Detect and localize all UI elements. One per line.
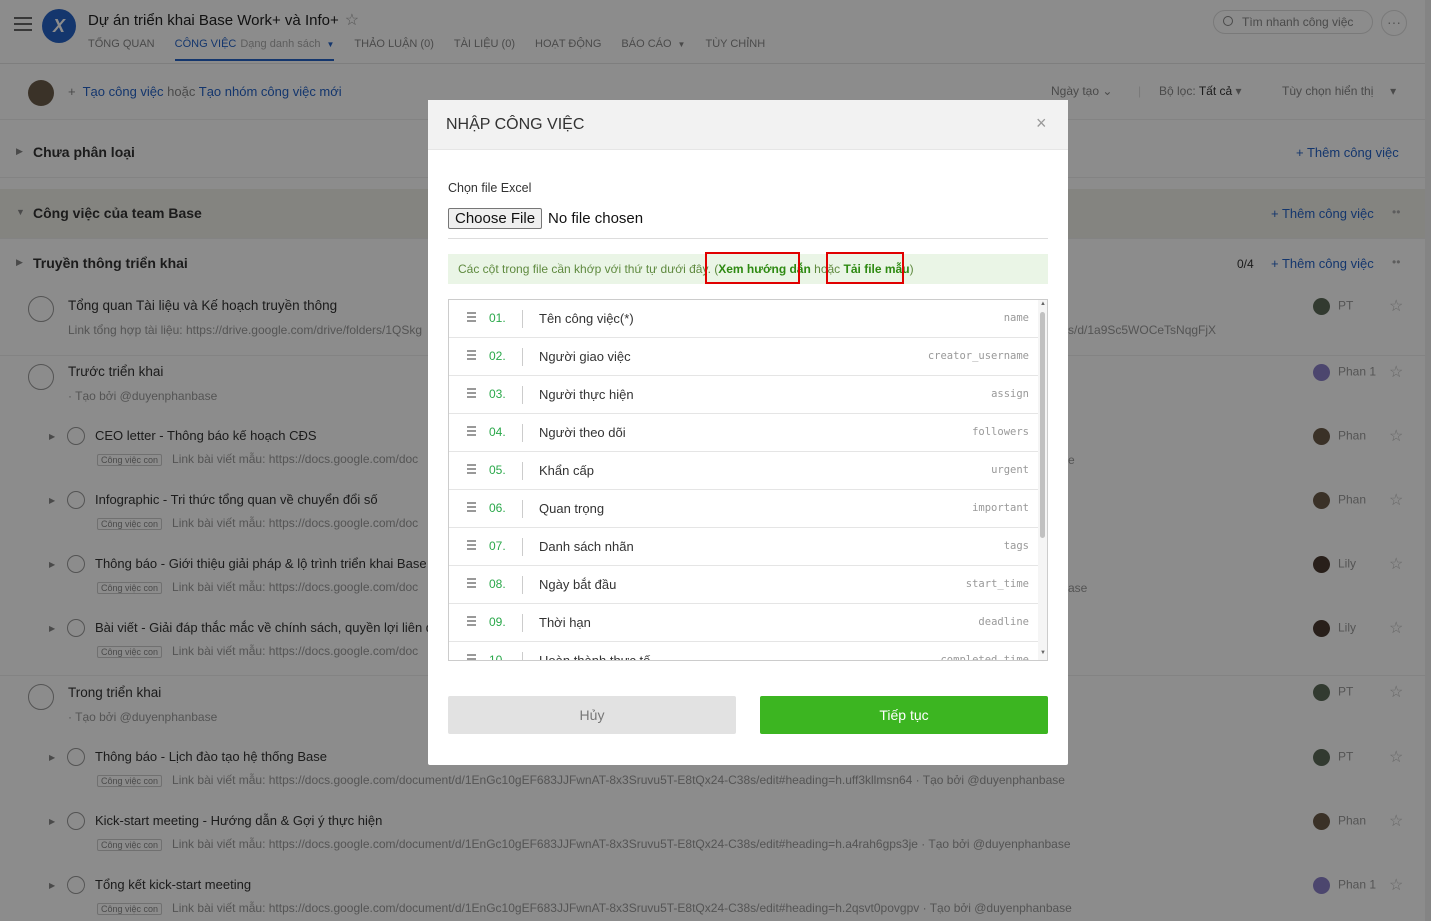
column-key: urgent: [991, 464, 1029, 476]
column-name: Danh sách nhãn: [539, 539, 634, 554]
column-number: 01.: [489, 311, 506, 325]
column-name: Người giao việc: [539, 349, 631, 364]
list-item[interactable]: 07. Danh sách nhãn tags: [449, 528, 1039, 566]
drag-handle-icon[interactable]: [467, 616, 476, 628]
drag-handle-icon[interactable]: [467, 654, 476, 660]
scroll-down-icon[interactable]: ▼: [1040, 650, 1046, 656]
cancel-button[interactable]: Hủy: [448, 696, 736, 734]
divider: [522, 424, 523, 442]
divider: [448, 238, 1048, 239]
column-key: deadline: [978, 616, 1029, 628]
column-name: Thời hạn: [539, 615, 591, 630]
column-key: tags: [1003, 540, 1029, 552]
close-icon[interactable]: ×: [1036, 113, 1047, 134]
column-number: 05.: [489, 463, 506, 477]
list-item[interactable]: 04. Người theo dõi followers: [449, 414, 1039, 452]
drag-handle-icon[interactable]: [467, 388, 476, 400]
list-item[interactable]: 05. Khẩn cấp urgent: [449, 452, 1039, 490]
divider: [522, 348, 523, 366]
divider: [522, 462, 523, 480]
column-name: Người thực hiện: [539, 387, 634, 402]
divider: [522, 576, 523, 594]
column-key: name: [1003, 312, 1029, 324]
note-suffix: ): [909, 262, 914, 276]
divider: [522, 652, 523, 660]
column-name: Hoàn thành thực tế: [539, 653, 651, 661]
scroll-up-icon[interactable]: ▲: [1040, 301, 1046, 307]
column-number: 04.: [489, 425, 506, 439]
column-key: start_time: [965, 578, 1029, 590]
list-item[interactable]: 10. Hoàn thành thực tế completed_time: [449, 642, 1039, 661]
highlight-box: [826, 252, 904, 284]
highlight-box: [705, 252, 800, 284]
column-name: Khẩn cấp: [539, 463, 594, 478]
column-number: 03.: [489, 387, 506, 401]
list-item[interactable]: 09. Thời hạn deadline: [449, 604, 1039, 642]
column-list[interactable]: 01. Tên công việc(*) name 02. Người giao vi…: [448, 299, 1048, 661]
modal-title: NHẬP CÔNG VIỆC: [446, 116, 585, 133]
column-key: creator_username: [927, 350, 1029, 362]
note-text: Các cột trong file cần khớp với thứ tự d…: [458, 262, 719, 276]
column-number: 08.: [489, 577, 506, 591]
drag-handle-icon[interactable]: [467, 578, 476, 590]
drag-handle-icon[interactable]: [467, 350, 476, 362]
column-key: important: [972, 502, 1029, 514]
column-number: 10.: [489, 653, 506, 661]
scrollbar-thumb[interactable]: [1040, 312, 1045, 538]
file-input[interactable]: Choose File No file chosen: [448, 208, 643, 229]
divider: [522, 310, 523, 328]
drag-handle-icon[interactable]: [467, 502, 476, 514]
divider: [522, 614, 523, 632]
drag-handle-icon[interactable]: [467, 426, 476, 438]
column-key: completed_time: [940, 654, 1029, 661]
column-name: Tên công việc(*): [539, 311, 634, 326]
column-key: followers: [972, 426, 1029, 438]
divider: [522, 538, 523, 556]
list-scrollbar[interactable]: ▲ ▼: [1038, 300, 1047, 660]
divider: [522, 500, 523, 518]
column-number: 07.: [489, 539, 506, 553]
column-number: 06.: [489, 501, 506, 515]
column-number: 02.: [489, 349, 506, 363]
modal-header: NHẬP CÔNG VIỆC ×: [428, 100, 1068, 150]
import-tasks-modal: NHẬP CÔNG VIỆC × Chọn file Excel Choose …: [428, 100, 1068, 765]
divider: [522, 386, 523, 404]
drag-handle-icon[interactable]: [467, 312, 476, 324]
column-key: assign: [991, 388, 1029, 400]
column-number: 09.: [489, 615, 506, 629]
list-item[interactable]: 06. Quan trọng important: [449, 490, 1039, 528]
file-status: No file chosen: [548, 210, 644, 227]
drag-handle-icon[interactable]: [467, 464, 476, 476]
column-name: Người theo dõi: [539, 425, 626, 440]
column-name: Quan trọng: [539, 501, 605, 516]
drag-handle-icon[interactable]: [467, 540, 476, 552]
list-item[interactable]: 01. Tên công việc(*) name: [449, 300, 1039, 338]
list-item[interactable]: 02. Người giao việc creator_username: [449, 338, 1039, 376]
list-item[interactable]: 08. Ngày bắt đầu start_time: [449, 566, 1039, 604]
list-item[interactable]: 03. Người thực hiện assign: [449, 376, 1039, 414]
continue-button[interactable]: Tiếp tục: [760, 696, 1048, 734]
column-name: Ngày bắt đầu: [539, 577, 617, 592]
choose-file-button[interactable]: Choose File: [448, 208, 543, 229]
file-label: Chọn file Excel: [448, 181, 532, 195]
